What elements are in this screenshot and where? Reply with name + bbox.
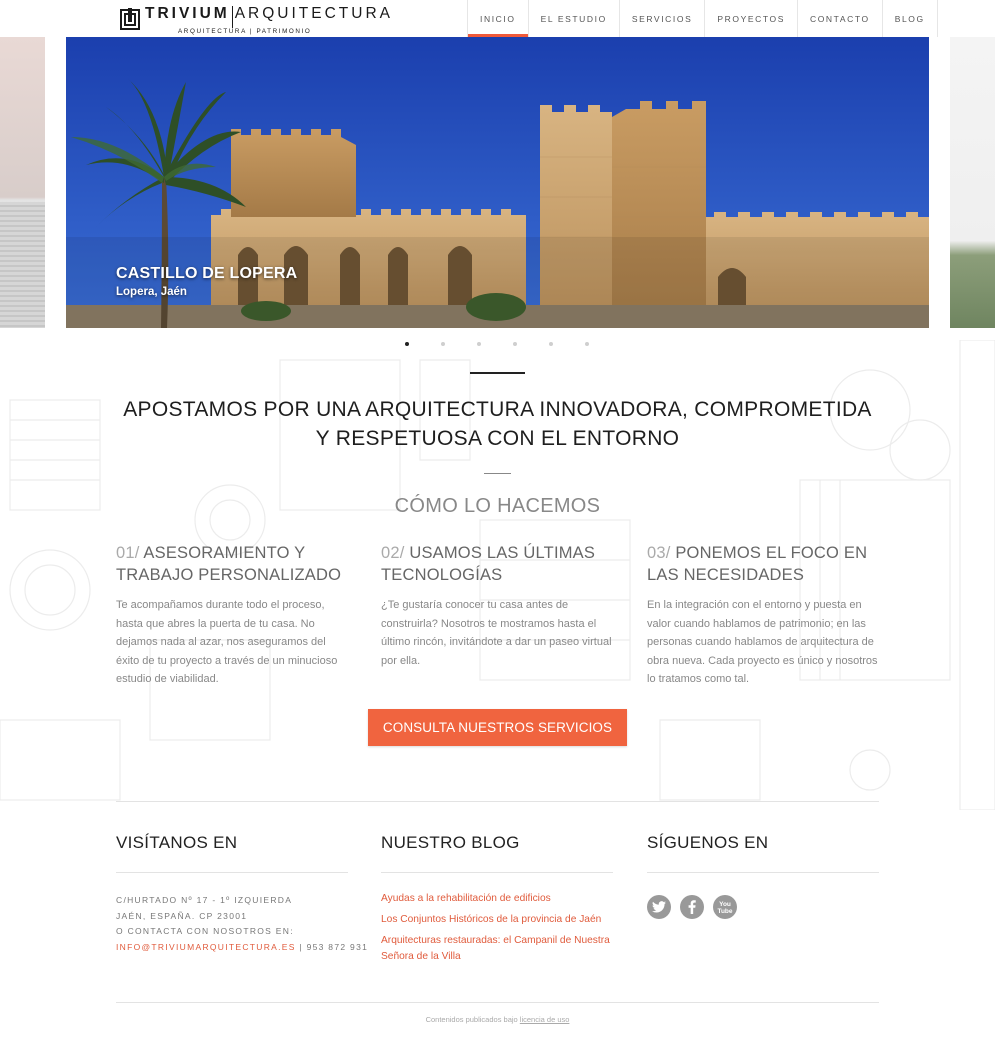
blog-list: Ayudas a la rehabilitación de edificios … bbox=[381, 891, 621, 970]
slider-pagination bbox=[0, 340, 995, 348]
main-headline: APOSTAMOS POR UNA ARQUITECTURA INNOVADOR… bbox=[100, 395, 895, 453]
slider-dot-4[interactable] bbox=[513, 342, 517, 346]
visit-title: VISÍTANOS EN bbox=[116, 833, 238, 852]
slider-dot-5[interactable] bbox=[549, 342, 553, 346]
feature-title-line-1: USAMOS LAS ÚLTIMAS bbox=[404, 544, 596, 562]
feature-title-line-1: ASESORAMIENTO Y bbox=[139, 544, 306, 562]
nav-item-blog[interactable]: BLOG bbox=[883, 0, 938, 37]
blog-title: NUESTRO BLOG bbox=[381, 833, 520, 852]
logo-tagline-right: PATRIMONIO bbox=[256, 28, 312, 35]
feature-title-line-2: TECNOLOGÍAS bbox=[381, 566, 503, 584]
slider-dot-6[interactable] bbox=[585, 342, 589, 346]
legal-text: Contenidos publicados bajo bbox=[425, 1015, 520, 1024]
legal-notice: Contenidos publicados bajo licencia de u… bbox=[0, 1015, 995, 1024]
blog-post-link[interactable]: Los Conjuntos Históricos de la provincia… bbox=[381, 912, 621, 928]
address-line-3: O CONTACTA CON NOSOTROS EN: bbox=[116, 926, 294, 937]
feature-3-title: 03/ PONEMOS EL FOCO EN LAS NECESIDADES bbox=[647, 542, 882, 586]
divider-small bbox=[484, 473, 511, 474]
nav-item-servicios[interactable]: SERVICIOS bbox=[620, 0, 706, 37]
previous-slide-preview[interactable] bbox=[0, 37, 45, 328]
feature-number: 03/ bbox=[647, 544, 671, 562]
headline-line-2: Y RESPETUOSA CON EL ENTORNO bbox=[315, 427, 680, 450]
feature-3: 03/ PONEMOS EL FOCO EN LAS NECESIDADES En… bbox=[647, 542, 882, 689]
youtube-icon[interactable]: You Tube bbox=[713, 895, 737, 919]
license-link[interactable]: licencia de uso bbox=[520, 1015, 570, 1024]
feature-1: 01/ ASESORAMIENTO Y TRABAJO PERSONALIZADO… bbox=[116, 542, 351, 689]
slider-dot-3[interactable] bbox=[477, 342, 481, 346]
slide-castillo-de-lopera[interactable]: CASTILLO DE LOPERA Lopera, Jaén bbox=[66, 37, 929, 328]
site-logo[interactable]: TRIVIUM ARQUITECTURA ARQUITECTURA | PATRI… bbox=[120, 6, 393, 36]
footer-divider bbox=[116, 801, 879, 802]
social-links: You Tube bbox=[647, 895, 737, 919]
nav-label: BLOG bbox=[894, 13, 925, 24]
divider-top bbox=[470, 372, 525, 374]
consult-services-button[interactable]: CONSULTA NUESTROS SERVICIOS bbox=[368, 709, 627, 746]
follow-title: SÍGUENOS EN bbox=[647, 833, 769, 852]
nav-label: SERVICIOS bbox=[631, 13, 693, 24]
feature-title-line-2: TRABAJO PERSONALIZADO bbox=[116, 566, 342, 584]
nav-item-el-estudio[interactable]: EL ESTUDIO bbox=[529, 0, 620, 37]
follow-underline bbox=[647, 872, 879, 873]
phone: | 953 872 931 bbox=[295, 942, 369, 953]
nav-label: CONTACTO bbox=[809, 13, 870, 24]
blog-underline bbox=[381, 872, 613, 873]
nav-label: EL ESTUDIO bbox=[540, 13, 607, 24]
slide-title: CASTILLO DE LOPERA bbox=[116, 265, 298, 282]
logo-mark-icon bbox=[120, 8, 140, 30]
slider-dot-1[interactable] bbox=[405, 342, 409, 346]
address-block: C/HURTADO Nº 17 - 1º IZQUIERDA JAÉN, ESP… bbox=[116, 893, 368, 956]
section-title: CÓMO LO HACEMOS bbox=[394, 495, 601, 517]
facebook-icon[interactable] bbox=[680, 895, 704, 919]
feature-2-title: 02/ USAMOS LAS ÚLTIMAS TECNOLOGÍAS bbox=[381, 542, 616, 586]
logo-name-light: ARQUITECTURA bbox=[234, 5, 394, 22]
hero-slider[interactable]: CASTILLO DE LOPERA Lopera, Jaén bbox=[0, 37, 995, 328]
blog-post-link[interactable]: Ayudas a la rehabilitación de edificios bbox=[381, 891, 621, 907]
nav-item-proyectos[interactable]: PROYECTOS bbox=[705, 0, 798, 37]
nav-label: PROYECTOS bbox=[717, 13, 785, 24]
svg-text:Tube: Tube bbox=[717, 908, 732, 915]
site-header: TRIVIUM ARQUITECTURA ARQUITECTURA | PATRI… bbox=[0, 0, 995, 37]
feature-number: 01/ bbox=[116, 544, 140, 562]
footer-bottom-divider bbox=[116, 1002, 879, 1003]
nav-item-contacto[interactable]: CONTACTO bbox=[798, 0, 883, 37]
email-link[interactable]: INFO@TRIVIUMARQUITECTURA.ES bbox=[116, 942, 296, 952]
nav-item-inicio[interactable]: INICIO bbox=[468, 0, 529, 37]
svg-text:You: You bbox=[719, 901, 731, 908]
logo-name-bold: TRIVIUM bbox=[145, 5, 230, 22]
feature-3-text: En la integración con el entorno y puest… bbox=[647, 599, 878, 685]
logo-tagline-left: ARQUITECTURA bbox=[178, 28, 247, 35]
feature-title-line-1: PONEMOS EL FOCO EN bbox=[670, 544, 868, 562]
slide-subtitle: Lopera, Jaén bbox=[116, 286, 187, 298]
nav-label: INICIO bbox=[480, 13, 516, 24]
feature-1-title: 01/ ASESORAMIENTO Y TRABAJO PERSONALIZADO bbox=[116, 542, 351, 586]
address-line-2: JAÉN, ESPAÑA. CP 23001 bbox=[116, 910, 248, 921]
feature-1-text: Te acompañamos durante todo el proceso, … bbox=[116, 599, 338, 685]
twitter-icon[interactable] bbox=[647, 895, 671, 919]
address-line-1: C/HURTADO Nº 17 - 1º IZQUIERDA bbox=[116, 895, 293, 905]
visit-underline bbox=[116, 872, 348, 873]
slide-caption: CASTILLO DE LOPERA Lopera, Jaén bbox=[116, 265, 297, 298]
feature-2-text: ¿Te gustaría conocer tu casa antes de co… bbox=[381, 599, 612, 667]
feature-2: 02/ USAMOS LAS ÚLTIMAS TECNOLOGÍAS ¿Te gu… bbox=[381, 542, 616, 670]
blog-post-link[interactable]: Arquitecturas restauradas: el Campanil d… bbox=[381, 933, 621, 965]
feature-title-line-2: LAS NECESIDADES bbox=[647, 566, 805, 584]
main-nav: INICIO EL ESTUDIO SERVICIOS PROYECTOS CO… bbox=[467, 0, 938, 37]
headline-line-1: APOSTAMOS POR UNA ARQUITECTURA INNOVADOR… bbox=[123, 398, 872, 421]
next-slide-preview[interactable] bbox=[950, 37, 995, 328]
feature-number: 02/ bbox=[381, 544, 405, 562]
slider-dot-2[interactable] bbox=[441, 342, 445, 346]
